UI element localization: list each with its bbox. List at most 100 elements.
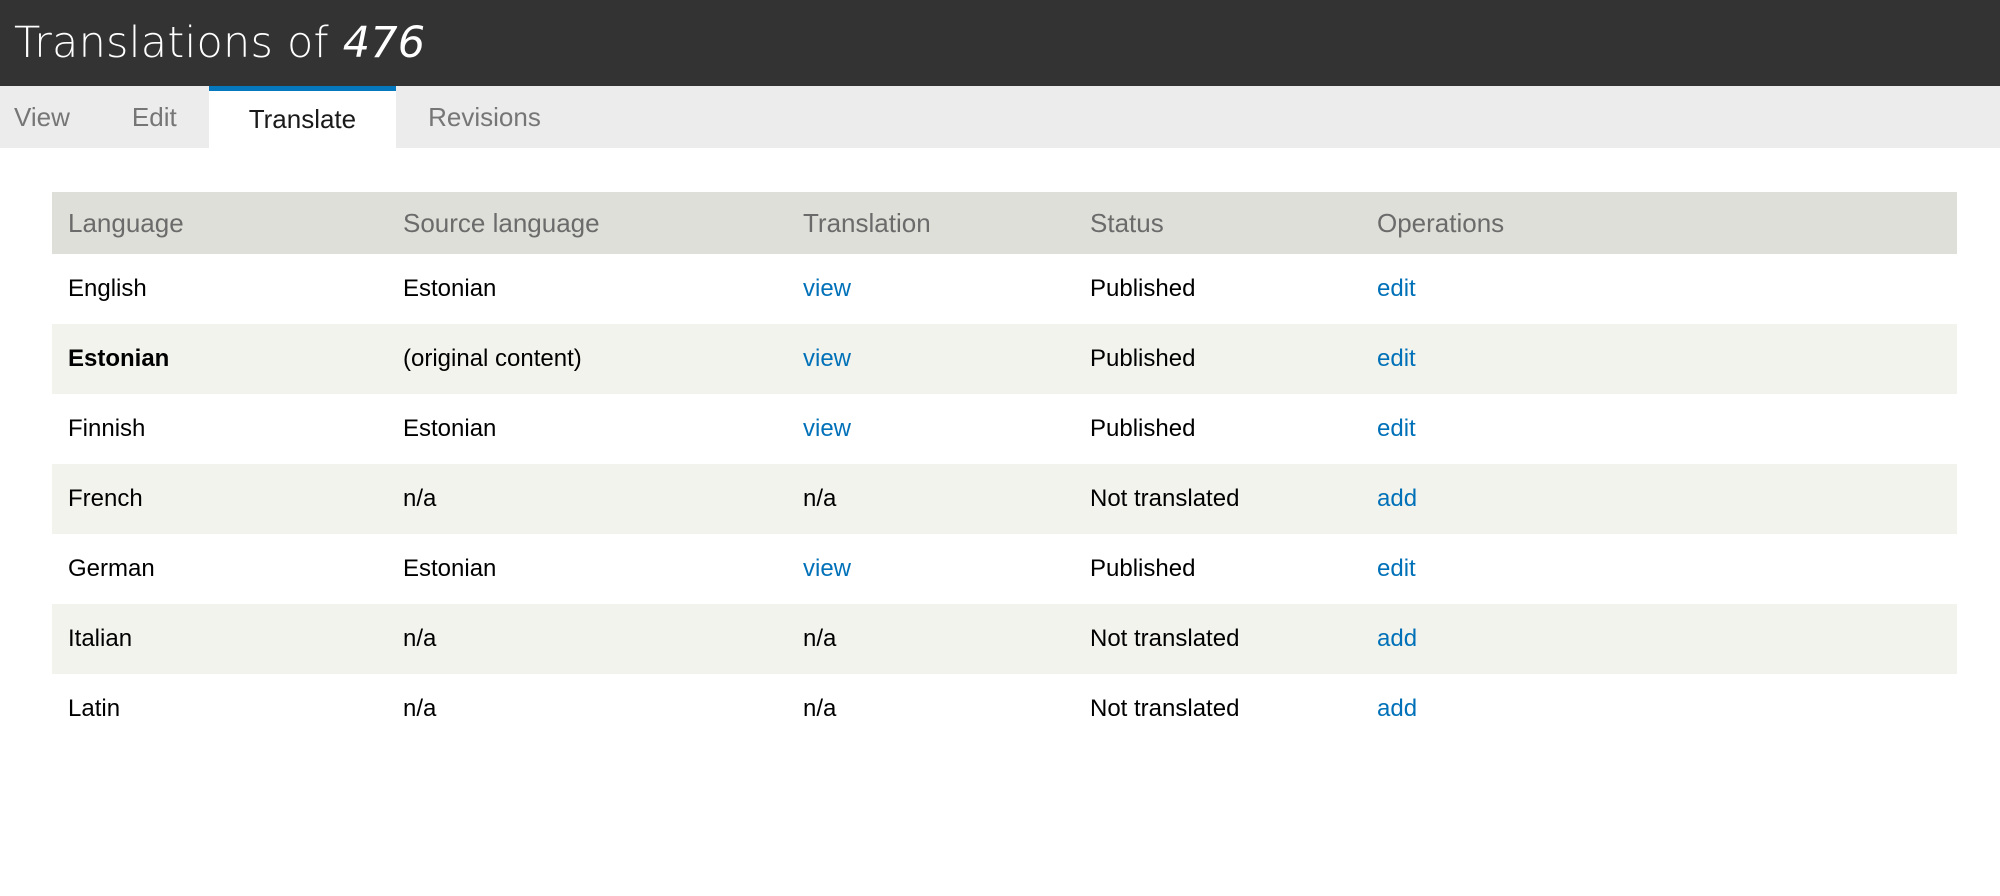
status-cell: Not translated — [1074, 604, 1361, 674]
tab-label: Revisions — [428, 101, 541, 132]
operation-link[interactable]: add — [1377, 625, 1417, 652]
column-header-language: Language — [52, 192, 387, 254]
status-cell: Published — [1074, 324, 1361, 394]
status-text: Published — [1090, 275, 1196, 302]
source-language-cell: Estonian — [387, 394, 787, 464]
operation-cell: add — [1361, 674, 1957, 744]
source-language-text: (original content) — [403, 345, 582, 372]
tab-label: Translate — [248, 104, 357, 134]
page-title: Translations of 476 — [14, 21, 425, 65]
language-text: Italian — [68, 625, 133, 652]
source-language-text: Estonian — [403, 415, 497, 442]
table-header: Language Source language Translation Status… — [52, 192, 1957, 254]
operation-link[interactable]: edit — [1377, 555, 1416, 582]
tab-revisions[interactable]: Revisions — [396, 86, 573, 148]
main-content: Language Source language Translation Status… — [0, 148, 2000, 744]
language-text: Finnish — [68, 415, 146, 442]
status-cell: Not translated — [1074, 674, 1361, 744]
language-cell: English — [52, 254, 387, 324]
language-cell: Italian — [52, 604, 387, 674]
table-row: German Estonian view Published edit — [52, 534, 1957, 604]
translation-link[interactable]: view — [803, 345, 851, 372]
source-language-text: Estonian — [403, 275, 497, 302]
tab-label: Edit — [131, 101, 177, 132]
table-header-row: Language Source language Translation Status… — [52, 192, 1957, 254]
translations-table: Language Source language Translation Status… — [52, 192, 1957, 744]
language-cell: Finnish — [52, 394, 387, 464]
translation-cell: view — [787, 534, 1074, 604]
language-cell: Estonian — [52, 324, 387, 394]
source-language-text: n/a — [403, 485, 437, 512]
translation-link[interactable]: view — [803, 415, 851, 442]
translation-link[interactable]: view — [803, 555, 851, 582]
operation-cell: edit — [1361, 394, 1957, 464]
source-language-cell: n/a — [387, 604, 787, 674]
translation-text: n/a — [803, 485, 837, 512]
operation-cell: add — [1361, 464, 1957, 534]
translation-text: n/a — [803, 695, 837, 722]
language-text: French — [68, 485, 143, 512]
source-language-cell: n/a — [387, 464, 787, 534]
page-title-prefix: Translations of — [14, 17, 343, 68]
page-title-entity: 476 — [342, 17, 426, 68]
operation-link[interactable]: edit — [1377, 275, 1416, 302]
status-cell: Not translated — [1074, 464, 1361, 534]
translation-cell: n/a — [787, 604, 1074, 674]
status-cell: Published — [1074, 534, 1361, 604]
translation-cell: view — [787, 254, 1074, 324]
source-language-text: n/a — [403, 625, 437, 652]
operation-link[interactable]: edit — [1377, 415, 1416, 442]
translation-cell: view — [787, 394, 1074, 464]
table-body: English Estonian view Published edit Estonian… — [52, 254, 1957, 744]
column-header-operations: Operations — [1361, 192, 1957, 254]
source-language-cell: Estonian — [387, 254, 787, 324]
operation-link[interactable]: add — [1377, 485, 1417, 512]
source-language-text: Estonian — [403, 555, 497, 582]
tab-edit[interactable]: Edit — [100, 86, 209, 148]
translation-text: n/a — [803, 625, 837, 652]
status-cell: Published — [1074, 254, 1361, 324]
table-row: Estonian (original content) view Published e… — [52, 324, 1957, 394]
operation-cell: edit — [1361, 254, 1957, 324]
operation-cell: add — [1361, 604, 1957, 674]
language-cell: Latin — [52, 674, 387, 744]
language-cell: German — [52, 534, 387, 604]
source-language-cell: n/a — [387, 674, 787, 744]
operation-cell: edit — [1361, 534, 1957, 604]
translation-cell: n/a — [787, 464, 1074, 534]
translation-link[interactable]: view — [803, 275, 851, 302]
primary-tabs: View Edit Translate Revisions — [0, 86, 2000, 148]
operation-link[interactable]: add — [1377, 695, 1417, 722]
status-text: Not translated — [1090, 695, 1240, 722]
language-text: Latin — [68, 695, 121, 722]
language-cell: French — [52, 464, 387, 534]
language-text: English — [68, 275, 147, 302]
status-text: Published — [1090, 415, 1196, 442]
table-row: Italian n/a n/a Not translated add — [52, 604, 1957, 674]
source-language-text: n/a — [403, 695, 437, 722]
status-text: Published — [1090, 555, 1196, 582]
language-text: German — [68, 555, 155, 582]
translation-cell: n/a — [787, 674, 1074, 744]
table-row: Finnish Estonian view Published edit — [52, 394, 1957, 464]
tab-label: View — [14, 101, 70, 132]
column-header-status: Status — [1074, 192, 1361, 254]
table-row: English Estonian view Published edit — [52, 254, 1957, 324]
tab-translate[interactable]: Translate — [208, 86, 397, 148]
status-text: Published — [1090, 345, 1196, 372]
operation-link[interactable]: edit — [1377, 345, 1416, 372]
status-text: Not translated — [1090, 485, 1240, 512]
status-text: Not translated — [1090, 625, 1240, 652]
source-language-cell: (original content) — [387, 324, 787, 394]
table-row: Latin n/a n/a Not translated add — [52, 674, 1957, 744]
page-header: Translations of 476 — [0, 0, 2000, 86]
language-text: Estonian — [68, 345, 170, 372]
source-language-cell: Estonian — [387, 534, 787, 604]
tab-view[interactable]: View — [0, 86, 100, 148]
translation-cell: view — [787, 324, 1074, 394]
table-row: French n/a n/a Not translated add — [52, 464, 1957, 534]
status-cell: Published — [1074, 394, 1361, 464]
operation-cell: edit — [1361, 324, 1957, 394]
column-header-translation: Translation — [787, 192, 1074, 254]
column-header-source-language: Source language — [387, 192, 787, 254]
